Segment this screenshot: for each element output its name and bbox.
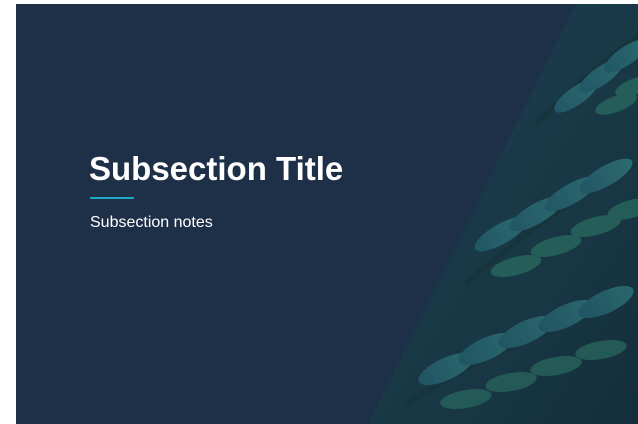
section-slide: Subsection Title Subsection notes [16, 4, 638, 424]
title-accent-divider [90, 197, 134, 199]
subsection-notes: Subsection notes [90, 214, 213, 231]
slide-canvas: Subsection Title Subsection notes [0, 0, 638, 424]
subsection-title: Subsection Title [89, 150, 344, 187]
